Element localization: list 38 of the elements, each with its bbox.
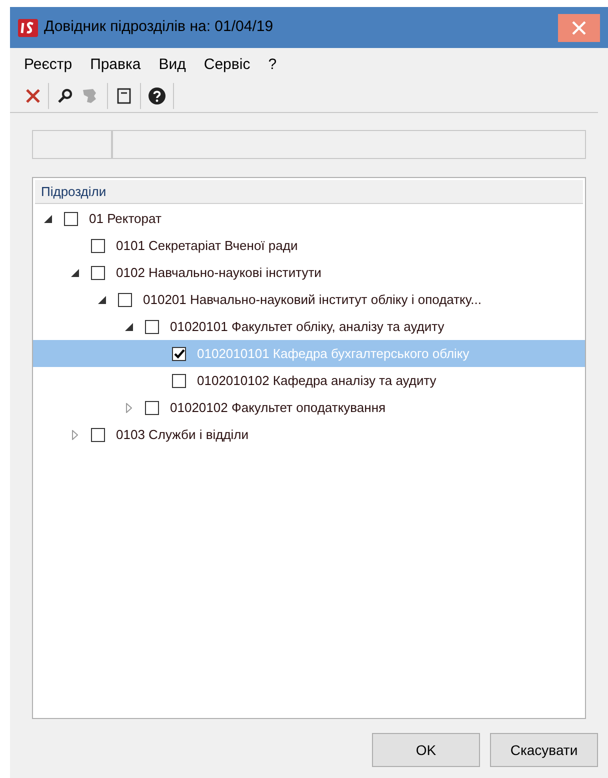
expanded-icon[interactable] xyxy=(71,268,79,276)
help-icon xyxy=(148,86,166,104)
menu-item[interactable]: Реєстр xyxy=(24,54,72,76)
checkbox[interactable] xyxy=(64,212,78,226)
expanded-icon[interactable] xyxy=(44,214,52,222)
checkbox[interactable] xyxy=(91,238,105,252)
document-icon xyxy=(117,88,131,104)
menu-item[interactable]: ? xyxy=(268,54,277,76)
checkbox[interactable] xyxy=(145,400,159,414)
close-icon xyxy=(571,20,587,36)
checkbox[interactable] xyxy=(91,266,105,280)
menu-item[interactable]: Вид xyxy=(158,54,186,76)
menu-item[interactable]: Сервіс xyxy=(204,54,250,76)
search-icon xyxy=(57,88,73,104)
checkbox[interactable] xyxy=(118,292,132,306)
tree-item[interactable]: 0103 Служби і відділи xyxy=(116,424,249,444)
tree-item[interactable]: 010201 Навчально-науковий інститут обліку і оподатку... xyxy=(143,290,482,310)
ok-button[interactable]: OK xyxy=(372,733,480,767)
checkbox[interactable] xyxy=(172,374,186,388)
tree-item[interactable]: 0102010102 Кафедра аналізу та аудиту xyxy=(197,370,436,390)
tree-item[interactable]: 0102 Навчально-наукові інститути xyxy=(116,262,322,282)
expanded-icon[interactable] xyxy=(98,296,106,304)
tree-item[interactable]: 01 Ректорат xyxy=(89,208,162,228)
delete-icon xyxy=(25,88,41,104)
column-header[interactable]: Підрозділи xyxy=(41,182,106,202)
collapsed-icon[interactable] xyxy=(72,430,78,440)
menu-item[interactable]: Правка xyxy=(90,54,141,76)
cancel-button[interactable]: Скасувати xyxy=(490,733,598,767)
app-logo-icon xyxy=(18,18,38,36)
tree-item[interactable]: 0101 Секретаріат Вченої ради xyxy=(116,236,298,256)
checkbox[interactable] xyxy=(172,346,186,360)
collapsed-icon[interactable] xyxy=(126,402,132,412)
checkbox[interactable] xyxy=(145,320,159,334)
checkbox[interactable] xyxy=(91,428,105,442)
tree-item[interactable]: 01020101 Факультет обліку, аналізу та аудиту xyxy=(170,316,444,336)
window-title: Довідник підрозділів на: 01/04/19 xyxy=(44,17,274,38)
tree-item[interactable]: 01020102 Факультет оподаткування xyxy=(170,398,386,418)
expanded-icon[interactable] xyxy=(125,322,133,330)
